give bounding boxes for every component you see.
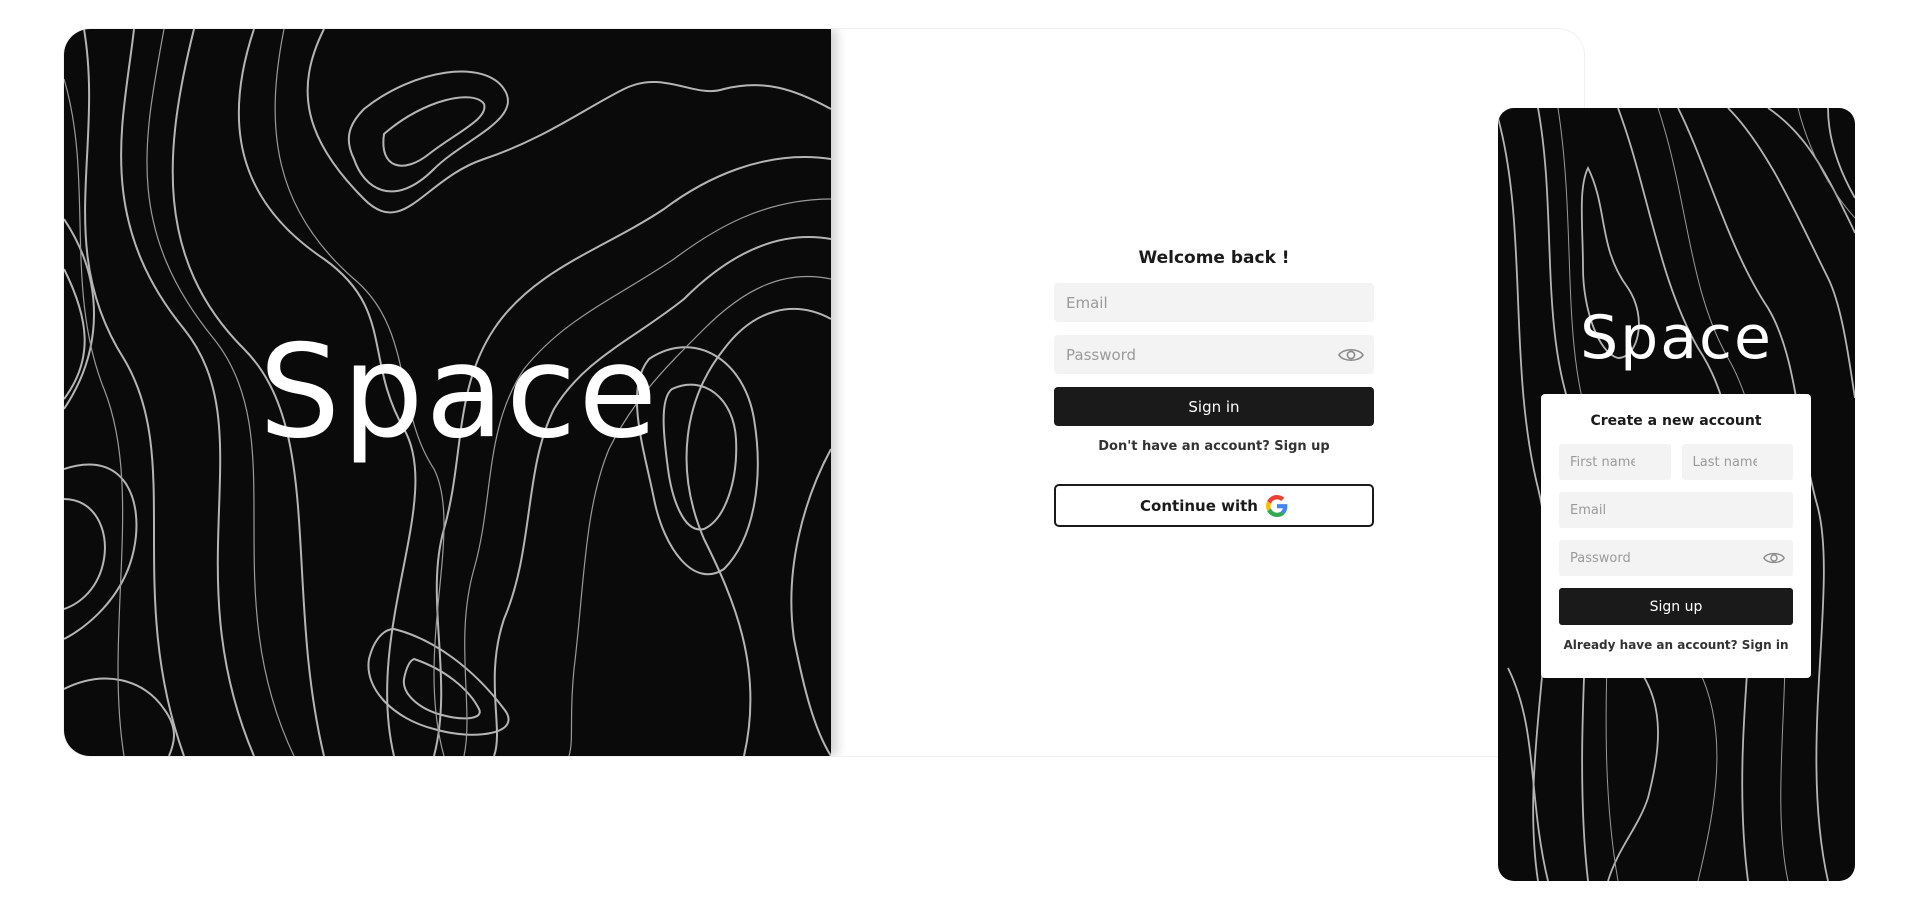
email-input[interactable] [1054,283,1374,322]
name-row [1559,444,1793,492]
last-name-input[interactable] [1681,444,1793,480]
eye-icon[interactable] [1763,550,1785,566]
login-form: Welcome back ! Sign in Don't have an acc… [1054,247,1374,527]
google-icon [1265,494,1288,517]
mobile-auth-card: Space Create a new account Sign up Alrea… [1498,108,1855,881]
password-field[interactable] [1054,335,1374,374]
signup-title: Create a new account [1590,413,1762,429]
sign-up-link[interactable]: Don't have an account? Sign up [1054,438,1374,456]
first-name-input[interactable] [1559,444,1671,480]
signup-password-input[interactable] [1559,540,1793,576]
brand-logo: Space [259,318,660,467]
sign-in-link[interactable]: Already have an account? Sign in [1559,637,1793,653]
last-name-field[interactable] [1681,444,1793,480]
signup-email-input[interactable] [1559,492,1793,528]
password-input[interactable] [1054,335,1374,374]
sign-in-button[interactable]: Sign in [1054,387,1374,426]
desktop-auth-card: Space Welcome back ! Sign in Don't have … [64,29,1584,756]
hero-panel: Space [64,29,831,756]
eye-icon[interactable] [1338,346,1364,364]
first-name-field[interactable] [1559,444,1671,480]
continue-with-google-button[interactable]: Continue with [1054,484,1374,527]
signup-password-field[interactable] [1559,540,1793,576]
sign-up-button[interactable]: Sign up [1559,588,1793,625]
brand-logo: Space [1580,303,1773,373]
google-button-label: Continue with [1140,496,1258,515]
email-field[interactable] [1054,283,1374,322]
signup-email-field[interactable] [1559,492,1793,528]
signup-form: Create a new account Sign up Already hav… [1541,394,1811,678]
login-title: Welcome back ! [1138,248,1290,268]
